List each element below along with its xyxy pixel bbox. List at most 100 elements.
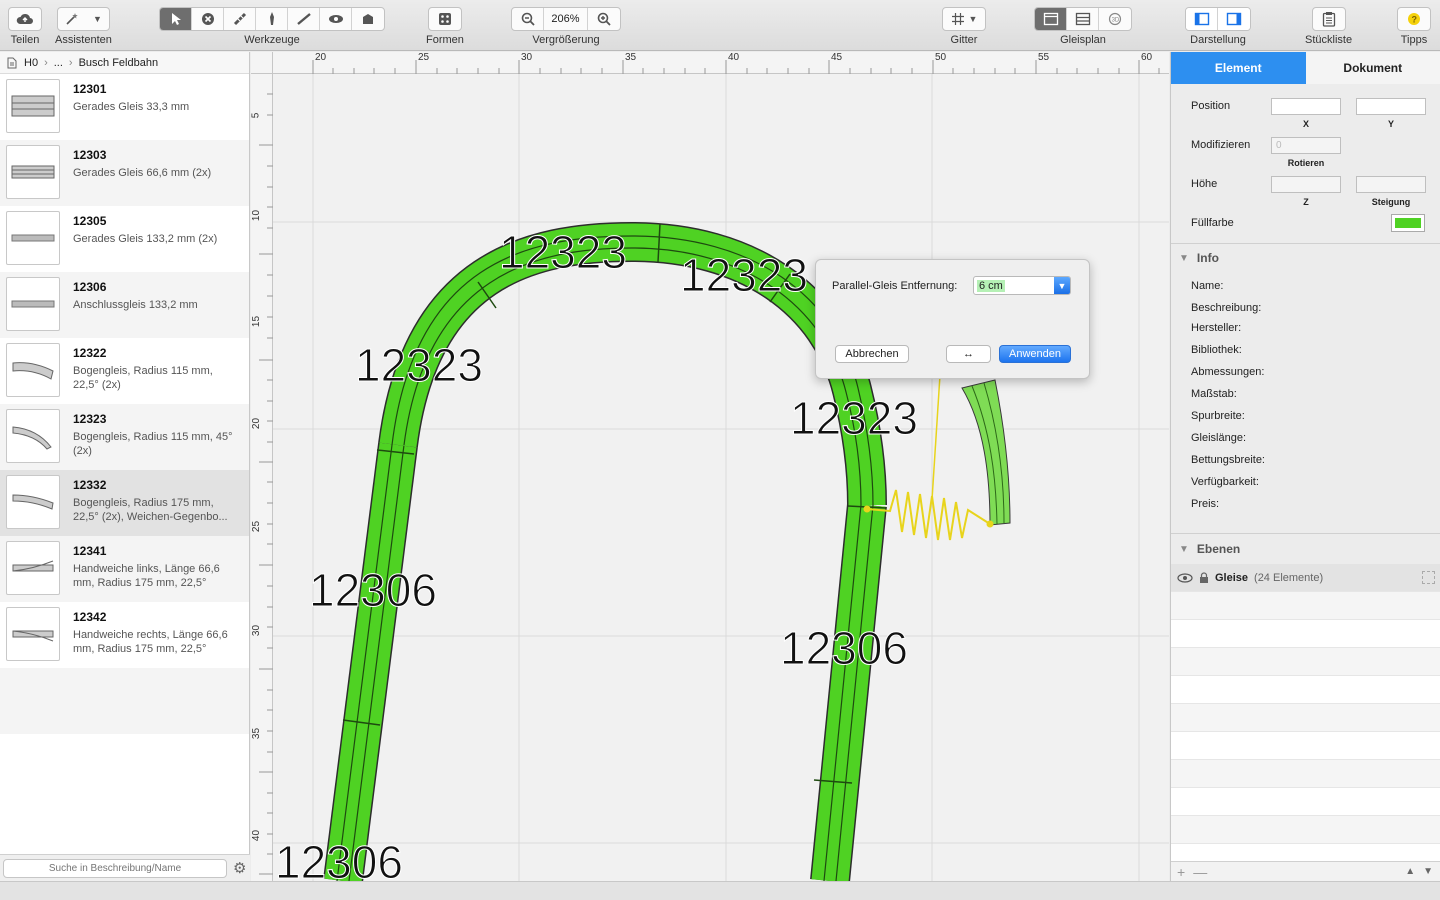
track-12306-left[interactable] [323, 442, 418, 881]
library-item-12303[interactable]: 12303 Gerades Gleis 66,6 mm (2x) [0, 140, 249, 206]
library-search-input[interactable] [3, 858, 227, 878]
rotate-field[interactable]: 0 [1271, 137, 1341, 154]
share-button[interactable] [8, 7, 42, 31]
chevron-right-icon: › [68, 56, 73, 69]
ruler-tick-label: 35 [625, 52, 637, 63]
eye-tool-icon[interactable] [320, 8, 352, 30]
gear-icon[interactable]: ⚙ [233, 859, 246, 877]
view-label: Darstellung [1190, 34, 1246, 46]
library-item-12305[interactable]: 12305 Gerades Gleis 133,2 mm (2x) [0, 206, 249, 272]
item-number: 12322 [73, 346, 107, 360]
remove-layer-icon[interactable]: — [1193, 864, 1207, 880]
track-thumbnail [6, 79, 60, 133]
zoom-in-icon[interactable] [588, 8, 620, 30]
magic-wand-icon: ▼ [58, 8, 109, 30]
library-item-12342[interactable]: 12342 Handweiche rechts, Länge 66,6 mm, R… [0, 602, 249, 668]
parallel-distance-value: 6 cm [977, 279, 1005, 292]
slope-field[interactable] [1356, 176, 1426, 193]
track-plan[interactable]: 12323 12323 12323 12323 12306 12306 1230… [273, 74, 1169, 881]
shapes-button[interactable] [427, 7, 462, 31]
pen-tool-icon[interactable] [256, 8, 288, 30]
status-bar [0, 881, 1440, 900]
layer-select-icon[interactable] [1422, 571, 1435, 584]
share-group: Teilen [8, 7, 42, 46]
track-thumbnail [6, 409, 60, 463]
ruler-tool-icon[interactable] [288, 8, 320, 30]
info-section-header[interactable]: ▼ Info [1171, 245, 1440, 271]
info-track-length-label: Gleislänge: [1191, 432, 1247, 444]
swap-side-button[interactable]: ↔ [946, 345, 991, 363]
library-item-12301[interactable]: 12301 Gerades Gleis 33,3 mm [0, 74, 249, 140]
assistants-group: ▼ Assistenten [55, 7, 112, 46]
layer-empty-row [1171, 676, 1440, 704]
right-sidebar-toggle-icon[interactable] [1218, 8, 1250, 30]
layers-title: Ebenen [1196, 542, 1241, 556]
ruler-tick-label: 5 [251, 112, 262, 119]
info-name-label: Name: [1191, 280, 1224, 292]
eye-icon[interactable] [1177, 572, 1193, 583]
position-label: Position [1191, 100, 1231, 112]
layer-row-gleise[interactable]: Gleise (24 Elemente) [1171, 564, 1440, 592]
lock-icon[interactable] [1199, 571, 1209, 584]
move-down-icon[interactable]: ▼ [1423, 866, 1433, 877]
library-item-12322[interactable]: 12322 Bogengleis, Radius 115 mm, 22,5° (2… [0, 338, 249, 404]
3d-view-icon[interactable]: 3D [1099, 8, 1131, 30]
x-label: X [1302, 119, 1309, 129]
ruler-tick-label: 50 [935, 52, 947, 63]
library-item-12306[interactable]: 12306 Anschlussgleis 133,2 mm [0, 272, 249, 338]
grid-button[interactable]: ▼ [942, 7, 986, 31]
zoom-out-icon[interactable] [512, 8, 544, 30]
bom-button[interactable] [1311, 7, 1346, 31]
cancel-button[interactable]: Abbrechen [835, 345, 909, 363]
tab-document[interactable]: Dokument [1305, 52, 1440, 84]
track-12306-right[interactable] [810, 503, 887, 881]
inspector-tabs: Element Dokument [1171, 52, 1440, 84]
item-number: 12332 [73, 478, 107, 492]
layers-section-header[interactable]: ▼ Ebenen [1171, 536, 1440, 562]
add-layer-icon[interactable]: + [1177, 864, 1185, 880]
zoom-value[interactable]: 206% [544, 8, 588, 30]
left-sidebar-toggle-icon[interactable] [1186, 8, 1218, 30]
assistants-label: Assistenten [55, 34, 112, 46]
library-item-12341[interactable]: 12341 Handweiche links, Länge 66,6 mm, Ra… [0, 536, 249, 602]
disclosure-triangle-icon: ▼ [1179, 543, 1189, 555]
item-number: 12306 [73, 280, 107, 294]
trackplan-group: 3D Gleisplan [1034, 7, 1132, 46]
plan-view-icon[interactable] [1035, 8, 1067, 30]
item-description: Handweiche links, Länge 66,6 mm, Radius … [73, 563, 220, 589]
delete-icon[interactable] [192, 8, 224, 30]
apply-button[interactable]: Anwenden [999, 345, 1071, 363]
track-tool-icon[interactable] [224, 8, 256, 30]
svg-text:3D: 3D [1112, 18, 1120, 24]
library-item-12332[interactable]: 12332 Bogengleis, Radius 175 mm, 22,5° (2… [0, 470, 249, 536]
grid-icon: ▼ [943, 8, 985, 30]
breadcrumb-item-ellipsis[interactable]: ... [54, 57, 63, 69]
plan-canvas[interactable]: 20 25 30 35 40 45 50 55 60 5 10 15 20 25… [251, 52, 1169, 881]
ruler-tick-label: 45 [831, 52, 843, 63]
assistants-button[interactable]: ▼ [56, 7, 110, 31]
move-up-icon[interactable]: ▲ [1405, 866, 1415, 877]
track-label: 12323 [499, 226, 627, 278]
breadcrumb-item-h0[interactable]: H0 [24, 57, 38, 69]
ruler-tick-label: 40 [728, 52, 740, 63]
ruler-tick-label: 10 [251, 209, 263, 222]
fill-color-swatch[interactable] [1391, 214, 1425, 232]
layer-empty-row [1171, 620, 1440, 648]
library-item-12323[interactable]: 12323 Bogengleis, Radius 115 mm, 45° (2x) [0, 404, 249, 470]
track-label: 12306 [275, 836, 403, 881]
position-y-field[interactable] [1356, 98, 1426, 115]
lightbulb-icon: ? [1398, 8, 1430, 30]
select-arrow-icon[interactable] [160, 8, 192, 30]
height-z-field[interactable] [1271, 176, 1341, 193]
list-view-icon[interactable] [1067, 8, 1099, 30]
breadcrumb-item-library[interactable]: Busch Feldbahn [79, 57, 159, 69]
building-tool-icon[interactable] [352, 8, 384, 30]
tab-element[interactable]: Element [1171, 52, 1306, 84]
parallel-distance-select[interactable]: 6 cm ▼ [973, 276, 1071, 295]
tips-button[interactable]: ? [1397, 7, 1431, 31]
item-description: Handweiche rechts, Länge 66,6 mm, Radius… [73, 629, 228, 655]
position-x-field[interactable] [1271, 98, 1341, 115]
track-label: 12306 [309, 564, 437, 616]
ruler-tick-label: 55 [1038, 52, 1050, 63]
library-search-bar: ⚙ [0, 854, 250, 881]
